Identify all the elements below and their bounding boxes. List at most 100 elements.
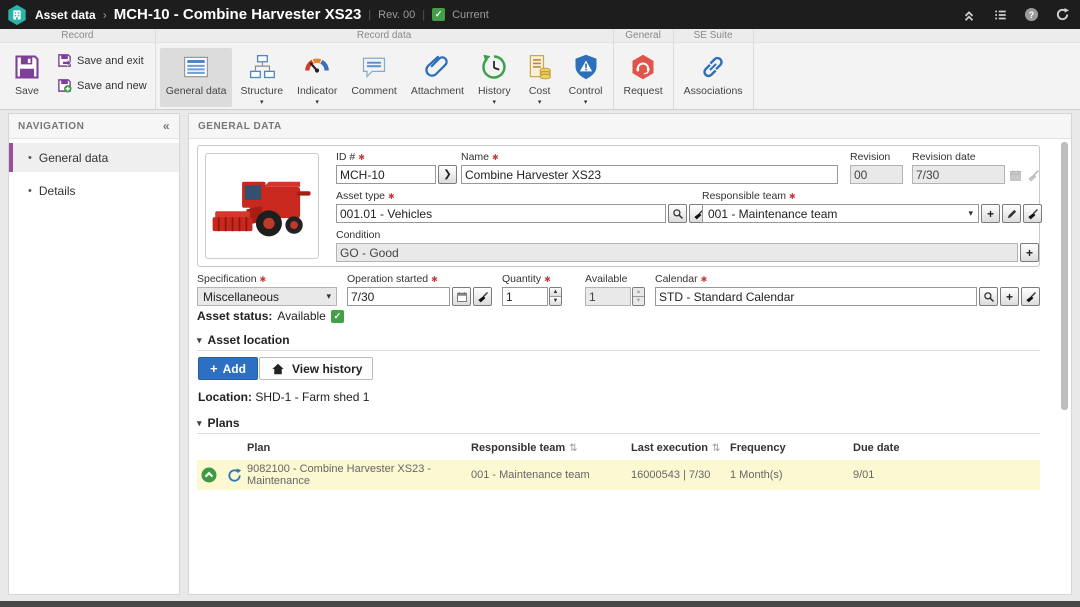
dropdown-caret-icon [584,100,588,105]
general-data-button[interactable]: General data [160,48,233,107]
clear-field-icon [1025,167,1041,183]
dropdown-caret-icon [260,100,264,105]
ribbon-filler [754,29,1080,109]
asset-type-search-button[interactable] [668,204,687,223]
plus-icon [210,361,218,376]
calendar-field: Calendar [655,273,1040,306]
revision-badge: Rev. 00 [378,9,415,21]
id-input[interactable] [336,165,436,184]
plans-section-header[interactable]: Plans [197,416,240,430]
operation-started-calendar-button[interactable] [452,287,471,306]
column-label: Frequency [730,442,786,454]
responsible-team-field: Responsible team 001 - Maintenance team [702,190,1042,223]
quantity-label: Quantity [502,273,541,285]
id-field: ID # [336,151,458,184]
request-icon [628,52,658,82]
id-navigate-button[interactable] [438,165,457,184]
request-button[interactable]: Request [618,48,669,107]
plans-table-row[interactable]: 9082100 - Combine Harvester XS23 - Maint… [197,460,1040,490]
save-and-new-button[interactable]: Save and new [56,78,147,94]
save-label: Save [15,85,39,97]
sidebar-collapse-icon[interactable] [163,119,170,133]
quantity-input[interactable] [502,287,548,306]
plans-title: Plans [208,416,240,430]
condition-add-button[interactable] [1020,243,1039,262]
sidebar-item-general-data[interactable]: General data [9,143,179,172]
specification-select[interactable]: Miscellaneous [197,287,337,306]
quantity-stepper[interactable] [549,287,562,306]
comment-button[interactable]: Comment [345,48,403,107]
operation-started-input[interactable] [347,287,450,306]
control-button[interactable]: Control [563,48,609,107]
specification-value: Miscellaneous [203,290,279,304]
general-data-icon [181,52,211,82]
sort-icon [569,443,577,454]
responsible-team-edit-button[interactable] [1002,204,1021,223]
view-history-label: View history [292,362,362,376]
harvester-image [210,160,314,252]
column-label: Plan [247,442,270,454]
current-status-label: Current [452,9,489,21]
identity-fieldbox: ID # Name Revision Revision date [197,145,1040,267]
sidebar-item-label: Details [39,184,76,198]
chevron-down-icon [326,291,331,302]
add-location-button[interactable]: Add [198,357,258,380]
help-icon[interactable]: ? [1023,7,1039,23]
revision-input [850,165,903,184]
frequency-cell: 1 Month(s) [730,469,853,481]
structure-button[interactable]: Structure [234,48,289,107]
indicator-button[interactable]: Indicator [291,48,343,107]
asset-type-input[interactable] [336,204,666,223]
plans-col-frequency[interactable]: Frequency [730,442,853,454]
structure-label: Structure [240,85,283,97]
scrollbar-thumb[interactable] [1061,142,1068,410]
view-history-button[interactable]: View history [259,357,373,380]
list-view-icon[interactable] [992,7,1008,23]
responsible-team-cell: 001 - Maintenance team [471,469,631,481]
associations-label: Associations [684,85,743,97]
plan-recurrence-icon [221,467,247,484]
associations-button[interactable]: Associations [678,48,749,107]
responsible-team-value: 001 - Maintenance team [708,207,837,221]
plan-active-icon[interactable] [197,467,221,483]
attachment-label: Attachment [411,85,464,97]
topbar-actions: ? [961,7,1070,23]
operation-started-clear-button[interactable] [473,287,492,306]
save-and-new-icon [56,78,72,94]
column-label: Due date [853,442,899,454]
name-input[interactable] [461,165,838,184]
collapse-ribbon-icon[interactable] [961,7,977,23]
save-button[interactable]: Save [6,48,48,98]
responsible-team-select[interactable]: 001 - Maintenance team [702,204,979,223]
calendar-add-button[interactable] [1000,287,1019,306]
required-icon [431,275,438,284]
revision-label: Revision [850,151,890,163]
calendar-clear-button[interactable] [1021,287,1040,306]
breadcrumb-app[interactable]: Asset data [35,8,96,22]
required-icon [388,192,395,201]
attachment-button[interactable]: Attachment [405,48,470,107]
plans-col-responsible-team[interactable]: Responsible team [471,442,631,454]
plans-col-due-date[interactable]: Due date [853,442,1040,454]
plans-col-last-execution[interactable]: Last execution [631,442,730,454]
refresh-icon[interactable] [1054,7,1070,23]
divider [197,350,1040,351]
history-button[interactable]: History [472,48,517,107]
asset-photo[interactable] [205,153,319,259]
save-and-exit-button[interactable]: Save and exit [56,53,147,69]
home-icon [270,361,286,377]
asset-status-line: Asset status: Available [197,309,344,323]
calendar-search-button[interactable] [979,287,998,306]
location-line: Location: SHD-1 - Farm shed 1 [198,390,369,404]
available-stepper [632,287,645,306]
sidebar-item-details[interactable]: Details [9,176,179,205]
revision-date-input [912,165,1005,184]
calendar-input[interactable] [655,287,977,306]
asset-location-section-header[interactable]: Asset location [197,333,290,347]
responsible-team-clear-button[interactable] [1023,204,1042,223]
cost-button[interactable]: Cost [519,48,561,107]
plans-col-plan[interactable]: Plan [247,442,471,454]
ribbon-group-record-data: Record data General data Structure Indic [156,29,614,109]
responsible-team-add-button[interactable] [981,204,1000,223]
revision-date-field: Revision date [912,151,1042,184]
